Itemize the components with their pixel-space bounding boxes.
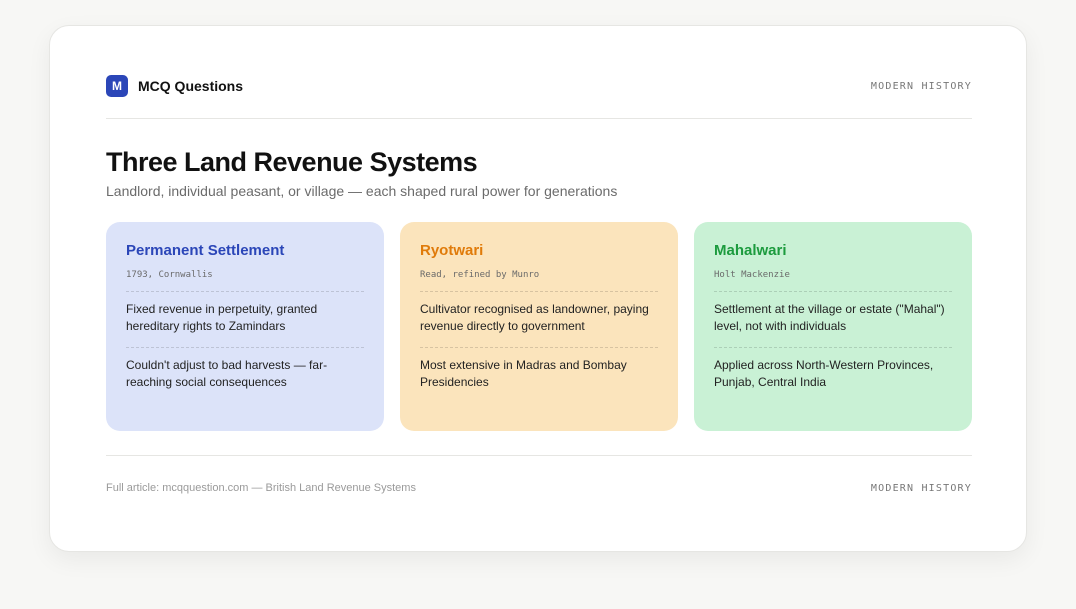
system-card-ryotwari: Ryotwari Read, refined by Munro Cultivat… — [400, 222, 678, 431]
system-point: Applied across North-Western Provinces, … — [714, 358, 934, 389]
card-inner: M MCQ Questions MODERN HISTORY Three Lan… — [106, 74, 972, 494]
system-meta: 1793, Cornwallis — [126, 269, 364, 292]
system-point: Couldn't adjust to bad harvests — far-re… — [126, 358, 328, 389]
system-meta: Holt Mackenzie — [714, 269, 952, 292]
brand-logo-icon: M — [106, 75, 128, 97]
content-card: M MCQ Questions MODERN HISTORY Three Lan… — [49, 25, 1027, 552]
brand[interactable]: M MCQ Questions — [106, 75, 243, 97]
system-point: Settlement at the village or estate ("Ma… — [714, 292, 952, 348]
header-divider — [106, 118, 972, 119]
page-subtitle: Landlord, individual peasant, or village… — [106, 183, 618, 199]
system-card-permanent-settlement: Permanent Settlement 1793, Cornwallis Fi… — [106, 222, 384, 431]
system-point: Fixed revenue in perpetuity, granted her… — [126, 292, 364, 348]
page-title: Three Land Revenue Systems — [106, 147, 478, 177]
footer-category-tag: MODERN HISTORY — [870, 482, 972, 494]
systems-grid: Permanent Settlement 1793, Cornwallis Fi… — [106, 222, 972, 431]
system-name: Ryotwari — [420, 242, 484, 259]
system-card-mahalwari: Mahalwari Holt Mackenzie Settlement at t… — [694, 222, 972, 431]
system-point: Cultivator recognised as landowner, payi… — [420, 292, 658, 348]
system-name: Permanent Settlement — [126, 242, 285, 259]
system-meta: Read, refined by Munro — [420, 269, 658, 292]
article-link[interactable]: Full article: mcqquestion.com — British … — [106, 482, 416, 494]
system-point: Most extensive in Madras and Bombay Pres… — [420, 358, 627, 389]
footer: Full article: mcqquestion.com — British … — [106, 482, 972, 494]
header: M MCQ Questions MODERN HISTORY — [106, 74, 972, 98]
brand-name: MCQ Questions — [138, 78, 244, 94]
footer-divider — [106, 455, 972, 456]
header-category-tag: MODERN HISTORY — [870, 80, 972, 92]
system-name: Mahalwari — [714, 242, 787, 259]
